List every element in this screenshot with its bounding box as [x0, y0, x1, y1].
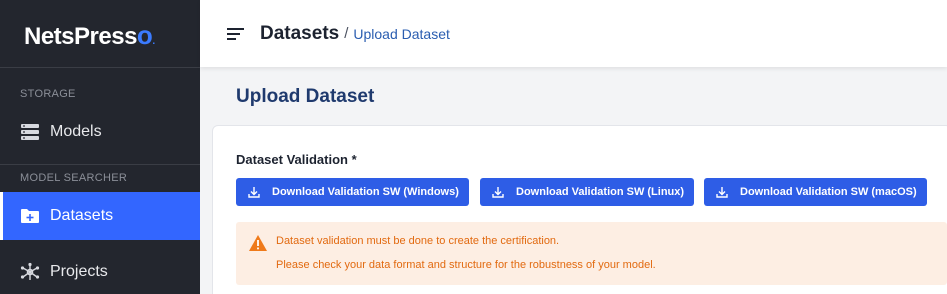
server-stack-icon	[20, 122, 40, 142]
sidebar-item-label: Models	[50, 123, 102, 140]
sidebar: NetsPress o. STORAGE Models MODEL SEARCHE…	[0, 0, 200, 294]
logo-divider	[0, 67, 200, 68]
download-macos-button[interactable]: Download Validation SW (macOS)	[704, 178, 927, 206]
section-label-model-searcher: MODEL SEARCHER	[20, 172, 128, 184]
sidebar-item-label: Datasets	[50, 207, 114, 224]
warning-icon	[248, 234, 268, 252]
alert-line-1: Dataset validation must be done to creat…	[276, 235, 560, 247]
logo-text: NetsPress	[24, 23, 137, 50]
alert-line-2: Please check your data format and struct…	[276, 259, 656, 271]
button-label: Download Validation SW (macOS)	[740, 186, 917, 198]
sidebar-item-projects[interactable]: Projects	[0, 248, 200, 294]
folder-plus-icon	[20, 206, 40, 226]
validation-warning-alert: Dataset validation must be done to creat…	[236, 222, 947, 285]
app-logo[interactable]: NetsPress o.	[24, 20, 155, 51]
download-windows-button[interactable]: Download Validation SW (Windows)	[236, 178, 469, 206]
download-linux-button[interactable]: Download Validation SW (Linux)	[480, 178, 695, 206]
section-divider	[0, 164, 200, 165]
download-icon	[248, 186, 260, 198]
download-icon	[716, 186, 728, 198]
breadcrumb-datasets[interactable]: Datasets	[260, 23, 339, 45]
button-label: Download Validation SW (Linux)	[516, 186, 685, 198]
section-label-storage: STORAGE	[20, 88, 76, 100]
network-icon	[20, 262, 40, 282]
top-header: Datasets / Upload Dataset	[200, 0, 947, 67]
page-title: Upload Dataset	[236, 86, 375, 107]
sidebar-item-models[interactable]: Models	[0, 108, 200, 156]
menu-icon[interactable]	[227, 27, 245, 41]
sidebar-item-label: Projects	[50, 263, 108, 280]
sidebar-item-datasets[interactable]: Datasets	[0, 192, 200, 240]
dataset-validation-label: Dataset Validation *	[236, 152, 357, 167]
breadcrumb-separator: /	[344, 25, 349, 42]
button-label: Download Validation SW (Windows)	[272, 186, 459, 198]
download-icon	[492, 186, 504, 198]
logo-suffix: o	[136, 20, 153, 50]
breadcrumb-upload-dataset[interactable]: Upload Dataset	[353, 26, 450, 42]
